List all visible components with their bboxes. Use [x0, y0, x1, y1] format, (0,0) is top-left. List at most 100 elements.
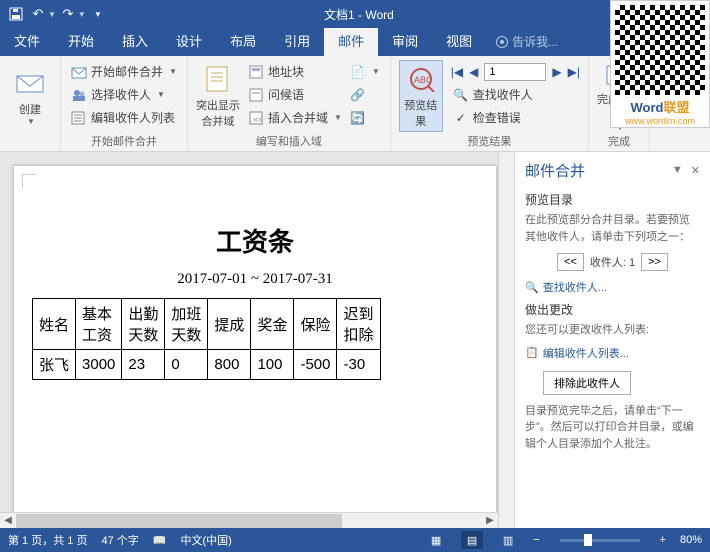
greeting-icon — [248, 87, 264, 103]
panel-dropdown-icon[interactable]: ▼ — [672, 164, 683, 177]
lightbulb-icon — [496, 36, 508, 48]
word-count[interactable]: 47 个字 — [101, 532, 138, 548]
edit-recipient-list-link[interactable]: 📋编辑收件人列表... — [525, 345, 700, 361]
print-layout-button[interactable]: ▤ — [461, 531, 483, 549]
group-start-merge: 开始邮件合并▼ 选择收件人▼ 编辑收件人列表 开始邮件合并 — [61, 56, 188, 151]
prev-recipient-button[interactable]: << — [557, 253, 584, 271]
brand-url: www.wordlm.com — [615, 116, 705, 126]
read-mode-button[interactable]: ▦ — [425, 531, 447, 549]
update-labels-button[interactable]: 🔄 — [348, 106, 382, 129]
insert-field-icon: «» — [248, 110, 264, 126]
save-icon[interactable] — [6, 4, 26, 24]
brand-logo: Word联盟 — [615, 97, 705, 116]
group-label: 编写和插入域 — [188, 133, 390, 149]
horizontal-scrollbar[interactable]: ◀ ▶ — [0, 512, 498, 528]
tell-me[interactable]: 告诉我... — [486, 28, 568, 56]
list-edit-icon — [71, 110, 87, 126]
title-bar: ↶▼ ↷▼ ▾ 文档1 - Word — [0, 0, 710, 28]
search-icon: 🔍 — [453, 87, 469, 103]
check-errors-button[interactable]: ✓检查错误 — [451, 106, 580, 129]
tab-references[interactable]: 引用 — [270, 28, 324, 56]
group-label: 开始邮件合并 — [61, 133, 187, 149]
first-record-button[interactable]: |◀ — [451, 65, 463, 79]
tab-review[interactable]: 审阅 — [378, 28, 432, 56]
address-block-button[interactable]: 地址块 — [246, 60, 344, 83]
mail-merge-panel: 邮件合并 ▼✕ 预览目录 在此预览部分合并目录。若要预览其他收件人，请单击下列项… — [514, 152, 710, 528]
zoom-in-button[interactable]: + — [660, 534, 666, 546]
zoom-level[interactable]: 80% — [680, 534, 702, 546]
th-base: 基本 工资 — [76, 299, 122, 350]
table-row: 张飞 3000 23 0 800 100 -500 -30 — [33, 350, 381, 380]
spell-check-icon[interactable]: 📖 — [153, 534, 167, 547]
doc-subtitle: 2017-07-01 ~ 2017-07-31 — [32, 271, 478, 288]
main-area: 工资条 2017-07-01 ~ 2017-07-31 姓名 基本 工资 出勤 … — [0, 152, 710, 528]
tab-mailings[interactable]: 邮件 — [324, 28, 378, 56]
prev-record-button[interactable]: ◀ — [469, 65, 478, 79]
language-indicator[interactable]: 中文(中国) — [180, 532, 231, 548]
th-ot: 加班 天数 — [165, 299, 208, 350]
scroll-track[interactable] — [16, 513, 482, 529]
section-preview: 预览目录 — [525, 191, 700, 208]
tab-design[interactable]: 设计 — [162, 28, 216, 56]
finish-help-text: 目录预览完毕之后，请单击“下一步”。然后可以打印合并目录，或编辑个人目录添加个人… — [525, 403, 700, 453]
qat-customize-icon[interactable]: ▾ — [88, 4, 108, 24]
insert-merge-field-button[interactable]: «»插入合并域▼ — [246, 106, 344, 129]
group-label: 完成 — [589, 133, 649, 149]
web-layout-button[interactable]: ▥ — [497, 531, 519, 549]
greeting-line-button[interactable]: 问候语 — [246, 83, 344, 106]
last-record-button[interactable]: ▶| — [568, 65, 580, 79]
th-bonus: 奖金 — [251, 299, 294, 350]
page-indicator[interactable]: 第 1 页，共 1 页 — [8, 532, 87, 548]
undo-icon[interactable]: ↶ — [28, 4, 48, 24]
tab-layout[interactable]: 布局 — [216, 28, 270, 56]
find-recipient-link[interactable]: 🔍查找收件人... — [525, 279, 700, 295]
undo-dropdown-icon[interactable]: ▼ — [48, 10, 56, 19]
envelope-icon — [14, 67, 46, 99]
panel-close-icon[interactable]: ✕ — [691, 164, 700, 177]
start-mail-merge-button[interactable]: 开始邮件合并▼ — [69, 60, 179, 83]
scroll-thumb[interactable] — [16, 514, 342, 528]
document-area[interactable]: 工资条 2017-07-01 ~ 2017-07-31 姓名 基本 工资 出勤 … — [0, 152, 498, 528]
svg-text:ABC: ABC — [414, 75, 433, 85]
mail-merge-icon — [71, 64, 87, 80]
doc-title: 工资条 — [32, 222, 478, 259]
preview-help-text: 在此预览部分合并目录。若要预览其他收件人，请单击下列项之一： — [525, 212, 700, 245]
highlight-merge-fields-button[interactable]: 突出显示 合并域 — [196, 60, 240, 132]
group-label: 预览结果 — [391, 133, 588, 149]
select-recipients-button[interactable]: 选择收件人▼ — [69, 83, 179, 106]
ribbon-tabs: 文件 开始 插入 设计 布局 引用 邮件 审阅 视图 告诉我... — [0, 28, 710, 56]
edit-recipient-list-button[interactable]: 编辑收件人列表 — [69, 106, 179, 129]
status-bar: 第 1 页，共 1 页 47 个字 📖 中文(中国) ▦ ▤ ▥ − + 80% — [0, 528, 710, 552]
th-attend: 出勤 天数 — [122, 299, 165, 350]
zoom-out-button[interactable]: − — [533, 534, 539, 546]
find-recipient-button[interactable]: 🔍查找收件人 — [451, 83, 580, 106]
next-record-button[interactable]: ▶ — [552, 65, 561, 79]
tab-file[interactable]: 文件 — [0, 28, 54, 56]
scroll-right-button[interactable]: ▶ — [482, 513, 498, 529]
zoom-slider[interactable] — [560, 539, 640, 542]
redo-dropdown-icon[interactable]: ▼ — [78, 10, 86, 19]
th-late: 迟到 扣除 — [337, 299, 380, 350]
record-number-input[interactable] — [484, 63, 546, 81]
update-icon: 🔄 — [350, 110, 366, 126]
redo-icon[interactable]: ↷ — [58, 4, 78, 24]
rules-button[interactable]: 📄▼ — [348, 60, 382, 83]
highlight-icon — [202, 63, 234, 95]
qr-code-icon — [615, 5, 705, 95]
exclude-recipient-button[interactable]: 排除此收件人 — [543, 371, 631, 395]
tab-view[interactable]: 视图 — [432, 28, 486, 56]
match-fields-button[interactable]: 🔗 — [348, 83, 382, 106]
preview-results-button[interactable]: ABC 预览结果 — [399, 60, 443, 132]
page: 工资条 2017-07-01 ~ 2017-07-31 姓名 基本 工资 出勤 … — [14, 166, 496, 528]
chevron-down-icon: ▼ — [27, 117, 35, 126]
record-nav: |◀ ◀ ▶ ▶| — [451, 60, 580, 83]
margin-corner — [22, 174, 36, 188]
tab-home[interactable]: 开始 — [54, 28, 108, 56]
create-button[interactable]: 创建 ▼ — [8, 60, 52, 132]
zoom-thumb[interactable] — [584, 534, 592, 546]
next-recipient-button[interactable]: >> — [641, 253, 668, 271]
tab-insert[interactable]: 插入 — [108, 28, 162, 56]
scroll-left-button[interactable]: ◀ — [0, 513, 16, 529]
vertical-scrollbar[interactable] — [498, 152, 514, 528]
window-title: 文档1 - Word — [108, 6, 610, 23]
